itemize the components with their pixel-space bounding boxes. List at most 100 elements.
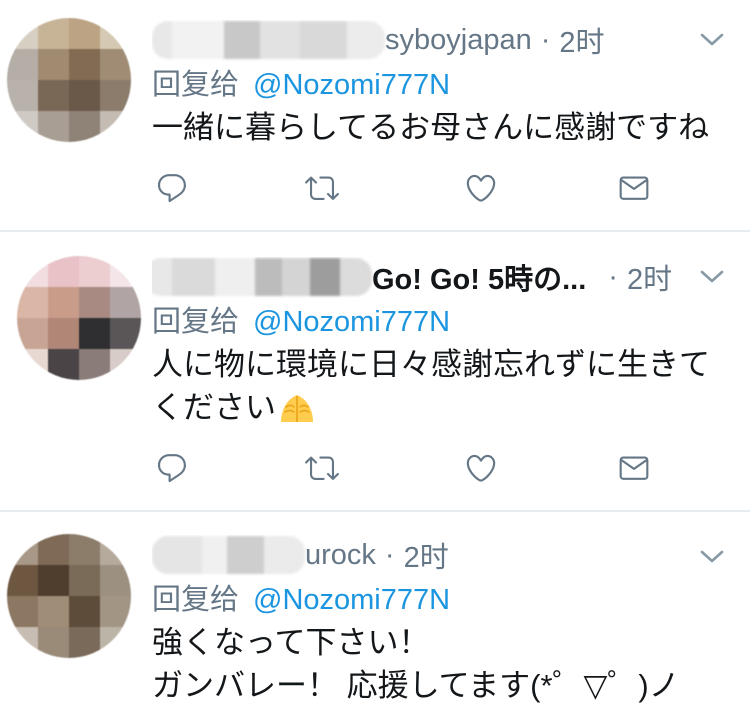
avatar-pixel — [7, 49, 38, 80]
avatar-pixel — [7, 111, 38, 142]
reply-button[interactable] — [155, 451, 189, 485]
avatar-pixel — [7, 80, 38, 111]
reply-tweet[interactable]: syboyjapan · 2时 回复给 @Nozomi777N 一緒に暮らしてるお… — [0, 0, 750, 232]
tweet-text-fragment: ください — [152, 390, 276, 425]
redaction-block — [340, 258, 372, 296]
author-row: Go! Go! 5時の... · 2时 — [152, 257, 748, 297]
avatar-pixel — [38, 565, 69, 596]
redaction-block — [172, 258, 215, 296]
redaction-block — [282, 258, 310, 296]
avatar-pixel — [17, 287, 48, 318]
like-button[interactable] — [464, 171, 498, 205]
redaction-block — [224, 21, 260, 59]
direct-message-button[interactable] — [617, 451, 651, 485]
heart-icon — [466, 454, 496, 482]
avatar-pixel — [100, 565, 131, 596]
timestamp[interactable]: 2时 — [559, 20, 604, 61]
retweet-icon — [305, 176, 339, 200]
tweet-text-line: 一緒に暮らしてるお母さんに感謝ですね — [152, 110, 710, 145]
envelope-icon — [619, 456, 649, 480]
avatar-pixel — [38, 49, 69, 80]
tweet-text: 強くなって下さい！ ガンバレー！ 応援してます(*゜▽゜)ノ — [152, 621, 748, 707]
author-handle[interactable]: urock — [305, 539, 376, 572]
avatar-pixel — [79, 287, 110, 318]
tweet-text-line: 強くなって下さい！ — [152, 625, 430, 660]
avatar-pixel — [100, 596, 131, 627]
reply-prefix: 回复给 — [152, 69, 240, 101]
avatar-pixel — [17, 256, 48, 287]
avatar-pixel — [7, 565, 38, 596]
avatar-pixel — [100, 627, 131, 658]
like-button[interactable] — [464, 451, 498, 485]
avatar-pixel — [69, 627, 100, 658]
avatar-pixel — [7, 534, 38, 565]
avatar-pixel — [48, 256, 79, 287]
reply-tweet[interactable]: Go! Go! 5時の... · 2时 回复给 @Nozomi777N 人に物に環… — [0, 232, 750, 512]
tweet-text-line: ガンバレー！ 応援してます(*゜▽゜)ノ — [152, 668, 680, 703]
author-handle[interactable]: syboyjapan — [385, 24, 532, 57]
reply-to-handle[interactable]: @Nozomi777N — [253, 65, 450, 105]
redaction-block — [264, 536, 305, 574]
avatar[interactable] — [7, 18, 131, 142]
avatar-pixel — [17, 318, 48, 349]
redaction-block — [347, 21, 385, 59]
avatar-pixel — [100, 49, 131, 80]
chevron-down-icon[interactable] — [700, 550, 724, 564]
separator-dot: · — [384, 538, 395, 571]
avatar-pixel — [110, 318, 141, 349]
speech-bubble-icon — [157, 174, 186, 203]
avatar-pixel — [79, 318, 110, 349]
avatar-pixel — [110, 349, 141, 380]
reply-prefix: 回复给 — [152, 306, 240, 338]
avatar-pixel — [79, 256, 110, 287]
avatar-pixel — [38, 534, 69, 565]
redaction-block — [152, 258, 172, 296]
redacted-display-name[interactable] — [152, 21, 385, 59]
tweet-text-line: 人に物に環境に日々感謝忘れずに生きて — [152, 347, 710, 382]
avatar-pixel — [48, 287, 79, 318]
avatar-pixel — [38, 80, 69, 111]
tweet-body: syboyjapan · 2时 回复给 @Nozomi777N 一緒に暮らしてるお… — [152, 20, 748, 149]
avatar-pixel — [79, 349, 110, 380]
timestamp[interactable]: 2时 — [404, 535, 449, 576]
chevron-down-icon[interactable] — [700, 33, 724, 47]
reply-tweet[interactable]: urock · 2时 回复给 @Nozomi777N 強くなって下さい！ ガンバレ… — [0, 512, 750, 722]
avatar-pixel — [69, 80, 100, 111]
author-display-name[interactable]: Go! Go! 5時の... — [372, 257, 586, 298]
tweet-body: urock · 2时 回复给 @Nozomi777N 強くなって下さい！ ガンバレ… — [152, 535, 748, 707]
avatar-pixel — [7, 627, 38, 658]
avatar-pixel — [38, 111, 69, 142]
chevron-down-icon[interactable] — [700, 270, 724, 284]
avatar-pixel — [69, 18, 100, 49]
direct-message-button[interactable] — [617, 171, 651, 205]
retweet-button[interactable] — [305, 171, 339, 205]
avatar-pixel — [69, 111, 100, 142]
redaction-block — [227, 536, 264, 574]
redacted-display-name[interactable] — [152, 536, 305, 574]
tweet-text: 人に物に環境に日々感謝忘れずに生きて ください — [152, 343, 748, 429]
avatar-pixel — [38, 18, 69, 49]
reply-button[interactable] — [155, 171, 189, 205]
avatar-pixel — [48, 318, 79, 349]
reply-to-handle[interactable]: @Nozomi777N — [253, 302, 450, 342]
reply-context: 回复给 @Nozomi777N — [152, 302, 748, 342]
redaction-block — [215, 258, 255, 296]
avatar-pixel — [7, 18, 38, 49]
separator-dot: · — [608, 260, 618, 293]
avatar-pixel — [100, 18, 131, 49]
retweet-button[interactable] — [305, 451, 339, 485]
retweet-icon — [305, 456, 339, 480]
timestamp[interactable]: 2时 — [627, 257, 672, 298]
avatar-pixel — [100, 80, 131, 111]
avatar-pixel — [69, 49, 100, 80]
separator-dot: · — [540, 23, 551, 56]
redacted-display-name[interactable] — [152, 258, 372, 296]
avatar-pixel — [100, 111, 131, 142]
reply-context: 回复给 @Nozomi777N — [152, 65, 748, 105]
avatar[interactable] — [7, 534, 131, 658]
avatar-pixel — [110, 256, 141, 287]
avatar-pixel — [48, 349, 79, 380]
avatar-pixel — [69, 596, 100, 627]
reply-to-handle[interactable]: @Nozomi777N — [253, 580, 450, 620]
avatar[interactable] — [17, 256, 141, 380]
